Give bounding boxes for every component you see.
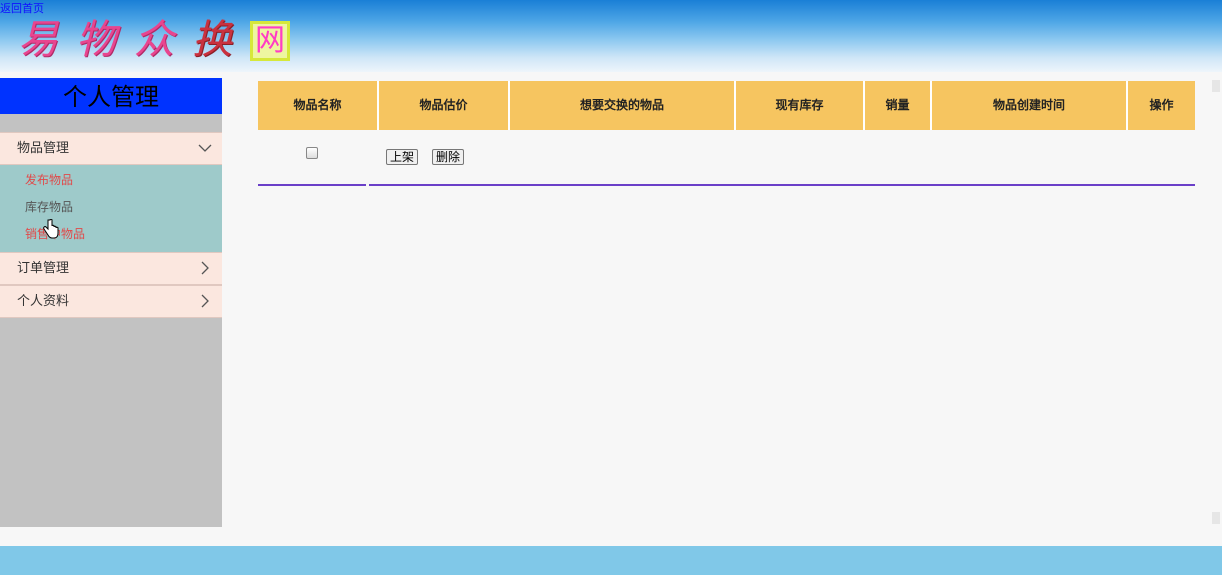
column-header-stock: 现有库存 bbox=[736, 81, 865, 130]
column-header-name: 物品名称 bbox=[258, 81, 379, 130]
sidebar: 个人管理 物品管理 发布物品 库存物品 销售中物品 订单管理 个人资料 bbox=[0, 78, 222, 527]
chevron-right-icon bbox=[198, 286, 212, 317]
column-header-wanted-item: 想要交换的物品 bbox=[510, 81, 736, 130]
scrollbar-mark[interactable] bbox=[1212, 512, 1220, 524]
footer-bar bbox=[0, 546, 1222, 575]
logo-char: 物 bbox=[76, 17, 116, 63]
row-divider bbox=[258, 184, 1195, 186]
back-home-link[interactable]: 返回首页 bbox=[0, 2, 44, 16]
shelve-button[interactable]: 上架 bbox=[386, 149, 419, 165]
submenu-item-management: 发布物品 库存物品 销售中物品 bbox=[0, 165, 222, 252]
logo-char: 易 bbox=[18, 17, 58, 63]
sidebar-title: 个人管理 bbox=[0, 78, 222, 114]
menu-group-orders: 订单管理 bbox=[0, 252, 222, 285]
menu-header-item-management[interactable]: 物品管理 bbox=[0, 132, 222, 165]
submenu-item-on-sale[interactable]: 销售中物品 bbox=[0, 223, 222, 250]
submenu-item-publish[interactable]: 发布物品 bbox=[0, 169, 222, 196]
menu-header-personal-info[interactable]: 个人资料 bbox=[0, 285, 222, 318]
menu-header-label: 物品管理 bbox=[17, 141, 70, 156]
chevron-right-icon bbox=[198, 253, 212, 284]
item-table: 物品名称 物品估价 想要交换的物品 现有库存 销量 物品创建时间 操作 上架 删… bbox=[258, 81, 1195, 186]
row-divider-segment bbox=[369, 184, 1195, 186]
table-row: 上架 删除 bbox=[258, 130, 1195, 184]
logo-char: 换 bbox=[192, 17, 232, 63]
menu-header-label: 订单管理 bbox=[17, 261, 70, 276]
row-divider-segment bbox=[258, 184, 366, 186]
chevron-down-icon bbox=[198, 133, 212, 164]
menu-group-profile: 个人资料 bbox=[0, 285, 222, 318]
scrollbar-mark[interactable] bbox=[1212, 80, 1220, 92]
logo-char-boxed: 网 bbox=[250, 21, 290, 61]
column-header-sales: 销量 bbox=[865, 81, 932, 130]
row-checkbox[interactable] bbox=[306, 147, 318, 159]
column-header-created-time: 物品创建时间 bbox=[932, 81, 1128, 130]
menu-group-items: 物品管理 发布物品 库存物品 销售中物品 bbox=[0, 132, 222, 252]
menu-header-label: 个人资料 bbox=[17, 294, 70, 309]
column-header-price: 物品估价 bbox=[379, 81, 510, 130]
table-header-row: 物品名称 物品估价 想要交换的物品 现有库存 销量 物品创建时间 操作 bbox=[258, 81, 1195, 130]
hand-cursor-icon bbox=[43, 218, 59, 239]
header-banner: 返回首页 易 物 众 换 网 bbox=[0, 0, 1222, 72]
delete-button[interactable]: 删除 bbox=[432, 149, 465, 165]
column-header-actions: 操作 bbox=[1128, 81, 1195, 130]
logo-char: 众 bbox=[134, 17, 174, 63]
submenu-item-inventory[interactable]: 库存物品 bbox=[0, 196, 222, 223]
menu-header-order-management[interactable]: 订单管理 bbox=[0, 252, 222, 285]
